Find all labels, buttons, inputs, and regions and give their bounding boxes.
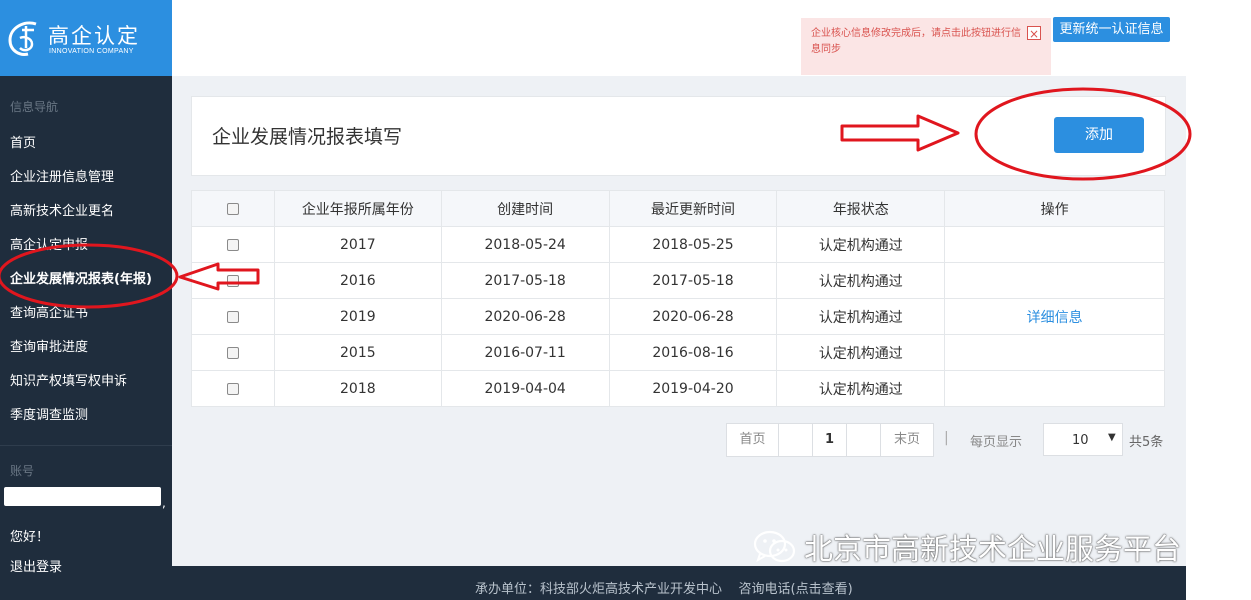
cell-status: 认定机构通过 bbox=[776, 298, 946, 335]
cell-updated: 2016-08-16 bbox=[608, 334, 778, 371]
cell-updated: 2019-04-20 bbox=[608, 370, 778, 407]
account-comma: , bbox=[162, 496, 166, 510]
table-row[interactable]: 2019 2020-06-28 2020-06-28 认定机构通过 详细信息 bbox=[191, 298, 1165, 335]
cell-action: 详细信息 bbox=[944, 298, 1165, 335]
sidebar-item-rename[interactable]: 高新技术企业更名 bbox=[10, 200, 114, 219]
annual-report-table: 企业年报所属年份 创建时间 最近更新时间 年报状态 操作 2017 2018-0… bbox=[191, 190, 1165, 407]
right-margin bbox=[1186, 0, 1251, 600]
nav-section-label: 信息导航 bbox=[10, 100, 59, 114]
row-checkbox[interactable] bbox=[226, 346, 239, 359]
footer: 承办单位：科技部火炬高技术产业开发中心 咨询电话(点击查看) bbox=[172, 566, 1186, 600]
cell-status: 认定机构通过 bbox=[776, 226, 946, 263]
sidebar-item-company-registration[interactable]: 企业注册信息管理 bbox=[10, 166, 114, 185]
cell-year: 2018 bbox=[273, 370, 442, 407]
current-page[interactable]: 1 bbox=[813, 424, 847, 456]
select-all-cell bbox=[191, 190, 275, 227]
cell-year: 2016 bbox=[273, 262, 442, 299]
close-icon[interactable]: × bbox=[1027, 26, 1041, 41]
sidebar-item-quarterly-survey[interactable]: 季度调查监测 bbox=[10, 404, 88, 423]
sidebar-item-annual-report[interactable]: 企业发展情况报表(年报) bbox=[10, 268, 152, 287]
column-header-created[interactable]: 创建时间 bbox=[440, 190, 610, 227]
brand-subtitle: INNOVATION COMPANY bbox=[49, 48, 134, 55]
per-page-value: 10 bbox=[1072, 433, 1089, 448]
cell-updated: 2018-05-25 bbox=[608, 226, 778, 263]
column-header-year[interactable]: 企业年报所属年份 bbox=[273, 190, 442, 227]
row-select-cell bbox=[191, 334, 275, 371]
row-checkbox[interactable] bbox=[226, 310, 239, 323]
row-select-cell bbox=[191, 226, 275, 263]
select-all-checkbox[interactable] bbox=[226, 202, 239, 215]
logout-link[interactable]: 退出登录 bbox=[10, 556, 62, 575]
detail-link[interactable]: 详细信息 bbox=[1027, 310, 1083, 326]
row-checkbox[interactable] bbox=[226, 238, 239, 251]
row-select-cell bbox=[191, 298, 275, 335]
brand-logo-icon bbox=[8, 21, 37, 56]
cell-action bbox=[944, 262, 1165, 299]
add-button[interactable]: 添加 bbox=[1054, 117, 1144, 153]
row-select-cell bbox=[191, 370, 275, 407]
sidebar-item-certification-apply[interactable]: 高企认定申报 bbox=[10, 234, 88, 253]
next-page-button[interactable] bbox=[847, 424, 881, 456]
cell-created: 2019-04-04 bbox=[440, 370, 610, 407]
sidebar-item-home[interactable]: 首页 bbox=[10, 132, 36, 151]
first-page-button[interactable]: 首页 bbox=[727, 424, 779, 456]
wechat-icon bbox=[753, 530, 796, 563]
cell-status: 认定机构通过 bbox=[776, 334, 946, 371]
nav-divider bbox=[0, 445, 172, 446]
column-header-status[interactable]: 年报状态 bbox=[776, 190, 946, 227]
cell-created: 2020-06-28 bbox=[440, 298, 610, 335]
cell-created: 2018-05-24 bbox=[440, 226, 610, 263]
cell-year: 2017 bbox=[273, 226, 442, 263]
total-count: 共5条 bbox=[1129, 435, 1164, 450]
sidebar-item-certificate-query[interactable]: 查询高企证书 bbox=[10, 302, 88, 321]
footer-text: 承办单位：科技部火炬高技术产业开发中心 咨询电话(点击查看) bbox=[475, 582, 853, 597]
cell-updated: 2017-05-18 bbox=[608, 262, 778, 299]
sync-notice-text: 企业核心信息修改完成后，请点击此按钮进行信息同步 bbox=[811, 28, 1021, 55]
logo[interactable]: 高企认定 INNOVATION COMPANY bbox=[0, 0, 172, 76]
cell-created: 2016-07-11 bbox=[440, 334, 610, 371]
sidebar-item-approval-progress[interactable]: 查询审批进度 bbox=[10, 336, 88, 355]
watermark: 北京市高新技术企业服务平台 bbox=[752, 527, 1181, 567]
table-row[interactable]: 2018 2019-04-04 2019-04-20 认定机构通过 bbox=[191, 370, 1165, 407]
greeting-text: 您好！ bbox=[10, 530, 50, 545]
table-header-row: 企业年报所属年份 创建时间 最近更新时间 年报状态 操作 bbox=[191, 190, 1165, 227]
cell-year: 2015 bbox=[273, 334, 442, 371]
table-row[interactable]: 2015 2016-07-11 2016-08-16 认定机构通过 bbox=[191, 334, 1165, 371]
cell-updated: 2020-06-28 bbox=[608, 298, 778, 335]
pagination: 首页 1 末页 bbox=[726, 423, 934, 457]
sidebar-item-ip-appeal[interactable]: 知识产权填写权申诉 bbox=[10, 370, 127, 389]
update-certification-button[interactable]: 更新统一认证信息 bbox=[1053, 17, 1170, 42]
page-title: 企业发展情况报表填写 bbox=[212, 126, 403, 148]
cell-status: 认定机构通过 bbox=[776, 262, 946, 299]
caret-down-icon: ▼ bbox=[1108, 432, 1116, 443]
row-checkbox[interactable] bbox=[226, 382, 239, 395]
account-section-label: 账号 bbox=[10, 464, 35, 478]
brand-title: 高企认定 bbox=[48, 24, 140, 48]
column-header-action: 操作 bbox=[944, 190, 1165, 227]
account-name-redacted bbox=[4, 487, 161, 506]
cell-created: 2017-05-18 bbox=[440, 262, 610, 299]
report-panel-header: 企业发展情况报表填写 bbox=[191, 96, 1166, 176]
cell-year: 2019 bbox=[273, 298, 442, 335]
cell-action bbox=[944, 226, 1165, 263]
pagination-separator: | bbox=[944, 430, 949, 446]
cell-status: 认定机构通过 bbox=[776, 370, 946, 407]
row-checkbox[interactable] bbox=[226, 274, 239, 287]
per-page-label: 每页显示 bbox=[970, 435, 1023, 450]
last-page-button[interactable]: 末页 bbox=[881, 424, 933, 456]
table-row[interactable]: 2017 2018-05-24 2018-05-25 认定机构通过 bbox=[191, 226, 1165, 263]
watermark-text: 北京市高新技术企业服务平台 bbox=[804, 532, 1182, 566]
column-header-updated[interactable]: 最近更新时间 bbox=[608, 190, 778, 227]
cell-action bbox=[944, 370, 1165, 407]
row-select-cell bbox=[191, 262, 275, 299]
cell-action bbox=[944, 334, 1165, 371]
prev-page-button[interactable] bbox=[779, 424, 813, 456]
table-row[interactable]: 2016 2017-05-18 2017-05-18 认定机构通过 bbox=[191, 262, 1165, 299]
sidebar: 高企认定 INNOVATION COMPANY 信息导航 首页 企业注册信息管理… bbox=[0, 0, 172, 600]
per-page-select[interactable]: 10 ▼ bbox=[1043, 423, 1123, 456]
sync-notice: 企业核心信息修改完成后，请点击此按钮进行信息同步 × bbox=[801, 18, 1051, 75]
